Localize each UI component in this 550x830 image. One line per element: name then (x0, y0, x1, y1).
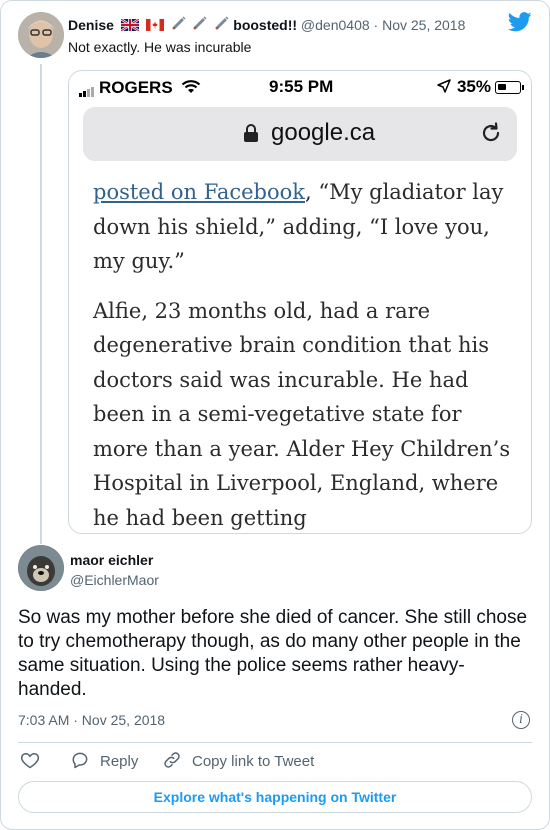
location-arrow-icon (437, 79, 451, 93)
like-button[interactable] (20, 750, 50, 770)
battery-icon (495, 81, 524, 94)
uk-flag-icon (120, 18, 140, 32)
explore-twitter-button[interactable]: Explore what's happening on Twitter (18, 781, 532, 813)
avatar[interactable] (18, 12, 64, 58)
syringe-icon (172, 16, 186, 33)
info-icon[interactable]: i (512, 711, 530, 729)
divider (18, 742, 532, 743)
twitter-bird-icon[interactable] (508, 12, 532, 32)
heart-icon (20, 752, 40, 769)
user-handle[interactable]: @EichlerMaor (70, 572, 159, 588)
reload-icon (482, 122, 500, 142)
display-name[interactable]: maor eichler (70, 552, 153, 568)
signal-icon (79, 77, 95, 97)
article-text: posted on Facebook, “My gladiator lay do… (93, 175, 513, 533)
article-paragraph: posted on Facebook, “My gladiator lay do… (93, 175, 513, 279)
lock-icon (244, 124, 258, 142)
facebook-link: posted on Facebook (93, 180, 305, 204)
carrier-name: ROGERS (99, 78, 173, 97)
canada-flag-icon (145, 18, 164, 31)
parent-tweet-text: Not exactly. He was incurable (68, 39, 252, 55)
syringe-icon (215, 16, 229, 33)
battery-percent: 35% (456, 77, 491, 96)
copy-link-button[interactable]: Copy link to Tweet (162, 750, 314, 770)
wifi-icon (182, 80, 201, 93)
attached-image[interactable]: ROGERS 9:55 PM 35% google.ca posted on F… (68, 70, 532, 534)
user-handle[interactable]: @den0408 (301, 17, 370, 33)
link-icon (164, 752, 180, 768)
avatar[interactable] (18, 545, 64, 591)
display-name[interactable]: Denise (68, 17, 114, 33)
meta-separator: · (373, 17, 379, 33)
thread-line (40, 64, 42, 544)
reply-button[interactable]: Reply (70, 750, 138, 770)
syringe-icon (193, 16, 208, 33)
carrier: ROGERS (79, 77, 201, 98)
status-time: 9:55 PM (269, 77, 334, 96)
tweet-timestamp[interactable]: 7:03 AM · Nov 25, 2018 (18, 712, 165, 728)
copy-link-label: Copy link to Tweet (192, 753, 315, 770)
tweet-text: So was my mother before she died of canc… (18, 607, 528, 700)
url-text: google.ca (271, 119, 376, 146)
battery-level: 35% (437, 77, 491, 97)
reply-label: Reply (100, 753, 139, 770)
tweet-date[interactable]: Nov 25, 2018 (382, 17, 465, 33)
phone-status-bar: ROGERS 9:55 PM 35% (69, 71, 531, 103)
reply-bubble-icon (72, 752, 88, 769)
browser-url-bar: google.ca (83, 107, 517, 161)
display-name-suffix[interactable]: boosted!! (233, 17, 297, 33)
parent-tweet-header: Denise boosted!! @den0408 · Nov 25, 2018 (68, 16, 465, 33)
article-paragraph: Alfie, 23 months old, had a rare degener… (93, 298, 511, 530)
